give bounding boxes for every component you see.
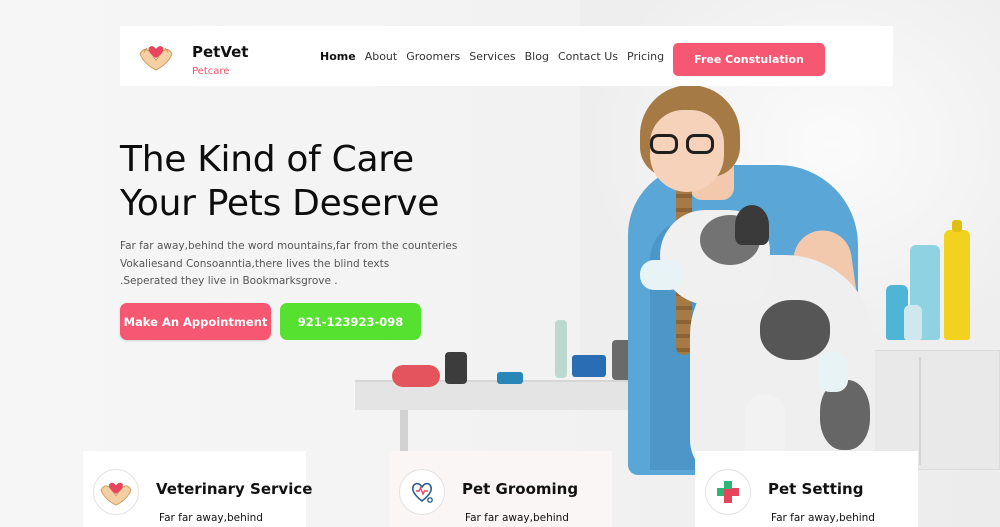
table-item [555, 320, 567, 378]
vet-glove [640, 260, 684, 290]
vet-glove [818, 352, 848, 392]
service-card-setting[interactable]: Pet Setting Far far away,behind [695, 451, 918, 527]
service-text: Far far away,behind [465, 512, 569, 524]
hero-title-line-2: Your Pets Deserve [120, 183, 440, 224]
nav-item-blog[interactable]: Blog [525, 50, 549, 63]
service-text: Far far away,behind [159, 512, 263, 524]
nav-item-contact-us[interactable]: Contact Us [558, 50, 618, 63]
table-item [392, 365, 440, 387]
free-consultation-button[interactable]: Free Constulation [673, 43, 825, 76]
nav-item-home[interactable]: Home [320, 50, 356, 63]
nav-item-pricing[interactable]: Pricing [627, 50, 664, 63]
nav-item-about[interactable]: About [365, 50, 398, 63]
table-item [497, 372, 523, 384]
dog-spot [760, 300, 830, 360]
service-card-grooming[interactable]: Pet Grooming Far far away,behind [389, 451, 612, 527]
main-nav: Home About Groomers Services Blog Contac… [320, 50, 673, 63]
service-title: Pet Grooming [462, 480, 579, 498]
brand-tagline: Petcare [192, 66, 230, 77]
service-card-veterinary[interactable]: Veterinary Service Far far away,behind [83, 451, 312, 527]
service-title: Veterinary Service [156, 480, 313, 498]
heart-hands-logo-icon[interactable] [138, 40, 174, 72]
bottle [944, 220, 970, 340]
medical-cross-icon [705, 469, 751, 515]
service-title: Pet Setting [768, 480, 864, 498]
nav-item-groomers[interactable]: Groomers [406, 50, 460, 63]
service-text: Far far away,behind [771, 512, 875, 524]
hero-desc-line-1: Far far away,behind the word mountains,f… [120, 240, 458, 252]
make-appointment-button[interactable]: Make An Appointment [120, 303, 271, 340]
bottle [904, 305, 922, 340]
glasses-icon [650, 134, 720, 156]
brand-name[interactable]: PetVet [192, 43, 248, 61]
table-item [572, 355, 606, 377]
table-item [445, 352, 467, 384]
hero-desc-line-2: Vokaliesand Consoanntia,there lives the … [120, 257, 390, 270]
navbar: PetVet Petcare Home About Groomers Servi… [120, 26, 893, 86]
phone-button[interactable]: 921-123923-098 [280, 303, 421, 340]
heart-hands-icon [93, 469, 139, 515]
pet-heart-stethoscope-icon [399, 469, 445, 515]
hero-title: The Kind of Care Your Pets Deserve [120, 138, 540, 226]
hero-title-line-1: The Kind of Care [120, 139, 414, 180]
dog-ear [735, 205, 769, 245]
hero-desc-line-3: .Seperated they live in Bookmarksgrove . [120, 275, 338, 287]
hero-description: Far far away,behind the word mountains,f… [120, 238, 470, 291]
nav-item-services[interactable]: Services [469, 50, 515, 63]
